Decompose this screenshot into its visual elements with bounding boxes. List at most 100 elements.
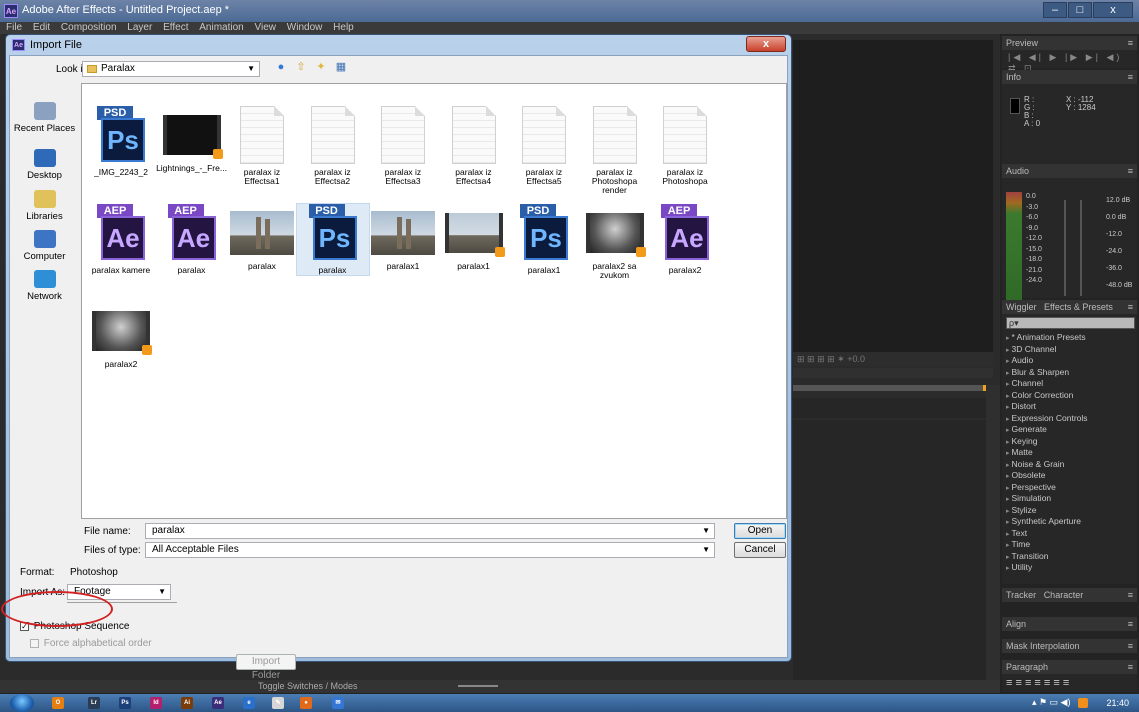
tab-audio[interactable]: Audio ≡ (1002, 164, 1137, 178)
lightroom-icon[interactable]: Lr (88, 697, 100, 709)
file-item[interactable]: paralax2 (85, 302, 157, 369)
back-icon[interactable]: ● (274, 60, 288, 74)
checkbox-disabled-icon[interactable] (30, 638, 39, 648)
file-item[interactable]: PSD Ps paralax1 (508, 204, 580, 275)
place-recent-places[interactable]: Recent Places (13, 102, 76, 134)
tab-align[interactable]: Align ≡ (1002, 617, 1137, 631)
effects-category[interactable]: Synthetic Aperture (1006, 516, 1132, 528)
panel-menu-icon[interactable]: ≡ (1128, 300, 1133, 314)
effects-category[interactable]: Expression Controls (1006, 413, 1132, 425)
tab-character[interactable]: Character (1044, 590, 1084, 600)
panel-menu-icon[interactable]: ≡ (1128, 70, 1133, 84)
effects-category[interactable]: Perspective (1006, 482, 1132, 494)
effects-category[interactable]: Channel (1006, 378, 1132, 390)
maximize-button[interactable]: □ (1068, 2, 1092, 18)
aftereffects-icon[interactable]: Ae (212, 697, 224, 709)
composition-toolbar[interactable]: ⊞ ⊞ ⊞ ⊞ ✶ +0.0 (793, 352, 993, 366)
composition-viewer[interactable] (793, 40, 993, 360)
place-computer[interactable]: Computer (13, 230, 76, 262)
cancel-button[interactable]: Cancel (734, 542, 786, 558)
minimize-button[interactable]: – (1043, 2, 1067, 18)
menu-view[interactable]: View (255, 22, 277, 33)
timeline-ruler[interactable] (793, 398, 986, 418)
up-folder-icon[interactable]: ⇧ (294, 60, 308, 74)
panel-menu-icon[interactable]: ≡ (1128, 617, 1133, 631)
msn-icon[interactable]: ✉ (332, 697, 344, 709)
zoom-slider[interactable] (458, 685, 498, 687)
outlook-icon[interactable]: O (52, 697, 64, 709)
effects-category[interactable]: Color Correction (1006, 390, 1132, 402)
chevron-down-icon[interactable]: ▼ (702, 524, 710, 538)
files-of-type-select[interactable]: All Acceptable Files ▼ (145, 542, 715, 558)
new-folder-icon[interactable]: ✦ (314, 60, 328, 74)
firefox-icon[interactable]: ● (300, 697, 312, 709)
file-item[interactable]: paralax1 (367, 204, 439, 271)
menu-layer[interactable]: Layer (127, 22, 152, 33)
file-item[interactable]: paralax iz Effectsa5 (508, 106, 580, 186)
file-item[interactable]: PSD Ps _IMG_2243_2 (85, 106, 157, 177)
audio-slider-right[interactable] (1080, 200, 1082, 296)
effects-category[interactable]: Stylize (1006, 505, 1132, 517)
file-item[interactable]: Lightnings_-_Fre... (156, 106, 228, 173)
notification-icon[interactable] (1078, 697, 1089, 708)
illustrator-icon[interactable]: Ai (181, 697, 193, 709)
file-item[interactable]: paralax1 (438, 204, 510, 271)
menu-animation[interactable]: Animation (199, 22, 243, 33)
effects-category[interactable]: 3D Channel (1006, 344, 1132, 356)
file-item[interactable]: paralax iz Photoshopa render (579, 106, 651, 195)
force-alphabetical-checkbox[interactable]: Force alphabetical order (30, 638, 152, 649)
file-name-input[interactable]: paralax ▼ (145, 523, 715, 539)
panel-menu-icon[interactable]: ≡ (1128, 164, 1133, 178)
tray-icons[interactable]: ▴ ⚑ ▭ ◀) (1032, 697, 1071, 708)
file-item[interactable]: AEP Ae paralax2 (649, 204, 721, 275)
panel-menu-icon[interactable]: ≡ (1128, 639, 1133, 653)
look-in-dropdown[interactable]: Paralax ▼ (82, 61, 260, 77)
tab-preview[interactable]: Preview ≡ (1002, 36, 1137, 50)
tab-tracker[interactable]: Tracker Character ≡ (1002, 588, 1137, 602)
file-item[interactable]: PSD Ps paralax (295, 203, 370, 276)
file-item[interactable]: paralax iz Effectsa1 (226, 106, 298, 186)
effects-category[interactable]: Obsolete (1006, 470, 1132, 482)
tab-paragraph[interactable]: Paragraph ≡ (1002, 660, 1137, 674)
effects-category[interactable]: Transition (1006, 551, 1132, 563)
file-list[interactable]: PSD Ps _IMG_2243_2 Lightnings_-_Fre... paral… (81, 83, 787, 519)
tab-wiggler[interactable]: Wiggler Effects & Presets ≡ (1002, 300, 1137, 314)
tab-mask-interpolation[interactable]: Mask Interpolation ≡ (1002, 639, 1137, 653)
effects-category[interactable]: Noise & Grain (1006, 459, 1132, 471)
timeline-layers[interactable] (793, 420, 986, 682)
open-button[interactable]: Open (734, 523, 786, 539)
audio-slider-left[interactable] (1064, 200, 1066, 296)
effects-category[interactable]: * Animation Presets (1006, 332, 1132, 344)
effects-category[interactable]: Time (1006, 539, 1132, 551)
chevron-down-icon[interactable]: ▼ (158, 585, 166, 599)
menu-help[interactable]: Help (333, 22, 354, 33)
paint-icon[interactable]: ✎ (272, 697, 284, 709)
panel-menu-icon[interactable]: ≡ (1128, 660, 1133, 674)
menu-edit[interactable]: Edit (33, 22, 50, 33)
panel-menu-icon[interactable]: ≡ (1128, 588, 1133, 602)
indesign-icon[interactable]: Id (150, 697, 162, 709)
clock[interactable]: 21:40 (1106, 698, 1129, 708)
file-item[interactable]: paralax iz Effectsa4 (438, 106, 510, 186)
menu-file[interactable]: File (6, 22, 22, 33)
view-menu-icon[interactable]: ▦ (334, 60, 348, 74)
effects-category[interactable]: Utility (1006, 562, 1132, 574)
timeline-work-area-bar[interactable] (793, 385, 986, 391)
file-item[interactable]: paralax iz Effectsa3 (367, 106, 439, 186)
effects-category[interactable]: Blur & Sharpen (1006, 367, 1132, 379)
effects-category[interactable]: Matte (1006, 447, 1132, 459)
place-desktop[interactable]: Desktop (13, 149, 76, 181)
place-libraries[interactable]: Libraries (13, 190, 76, 222)
file-item[interactable]: paralax (226, 204, 298, 271)
effects-category[interactable]: Keying (1006, 436, 1132, 448)
menu-effect[interactable]: Effect (163, 22, 188, 33)
file-item[interactable]: AEP Ae paralax (156, 204, 228, 275)
file-item[interactable]: paralax2 sa zvukom (579, 204, 651, 280)
panel-menu-icon[interactable]: ≡ (1128, 36, 1133, 50)
start-button[interactable] (10, 694, 34, 712)
effects-category[interactable]: Text (1006, 528, 1132, 540)
chevron-down-icon[interactable]: ▼ (702, 543, 710, 557)
tab-info[interactable]: Info ≡ (1002, 70, 1137, 84)
close-button[interactable]: x (1093, 2, 1133, 18)
effects-category[interactable]: Generate (1006, 424, 1132, 436)
